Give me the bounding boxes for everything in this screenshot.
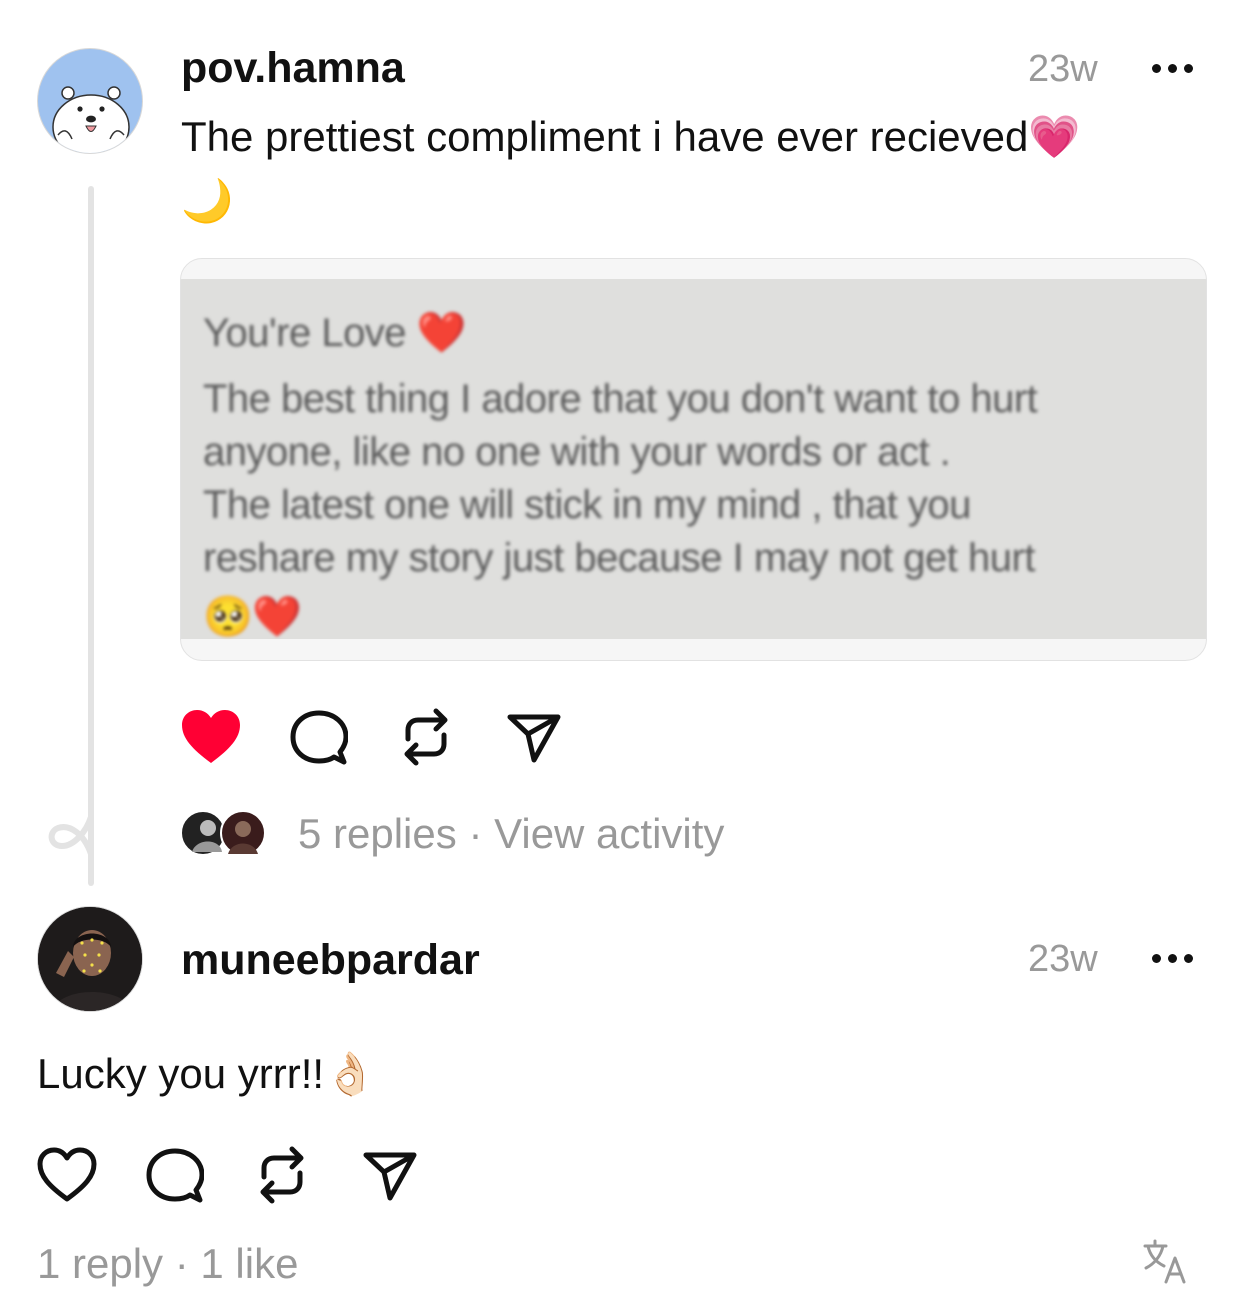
post-time: 23w: [1028, 48, 1098, 90]
like-heart-filled-icon[interactable]: [180, 708, 242, 766]
post-username[interactable]: pov.hamna: [181, 44, 405, 93]
view-activity-link[interactable]: View activity: [494, 810, 724, 857]
image-line-1: You're Love ❤️: [203, 311, 466, 355]
thread-loop-icon: [48, 814, 94, 857]
image-line-4: The latest one will stick in my mind , t…: [203, 483, 971, 527]
like-heart-icon[interactable]: [36, 1146, 98, 1204]
image-text: You're Love ❤️ The best thing I adore th…: [203, 307, 1038, 644]
screenshot-image: You're Love ❤️ The best thing I adore th…: [181, 279, 1206, 639]
comment-icon[interactable]: [146, 1148, 204, 1204]
image-line-5: reshare my story just because I may not …: [203, 536, 1035, 580]
post-text-line1: The prettiest compliment i have ever rec…: [181, 113, 1081, 160]
avatar-icon: [228, 821, 258, 854]
image-line-6: 🥺❤️: [203, 595, 302, 639]
repost-icon[interactable]: [256, 1144, 308, 1206]
reply-username[interactable]: muneebpardar: [181, 936, 480, 985]
post-text-line2: 🌙: [181, 177, 234, 224]
image-line-3: anyone, like no one with your words or a…: [203, 430, 951, 474]
thread-line: [88, 186, 94, 886]
user-photo-avatar-icon: [38, 907, 142, 1011]
replier-avatar-2: [220, 810, 266, 856]
polar-bear-avatar-icon: [52, 86, 130, 153]
replies-count-link[interactable]: 5 replies: [298, 810, 457, 857]
separator-dot: ·: [468, 810, 483, 857]
reply-more-icon[interactable]: [1152, 952, 1196, 966]
avatar-icon: [192, 820, 222, 852]
reply-stats[interactable]: 1 reply · 1 like: [37, 1240, 298, 1288]
post-image[interactable]: You're Love ❤️ The best thing I adore th…: [180, 258, 1207, 661]
avatar-muneebpardar[interactable]: [37, 906, 143, 1012]
image-line-2: The best thing I adore that you don't wa…: [203, 377, 1038, 421]
post-more-icon[interactable]: [1152, 62, 1196, 76]
repost-icon[interactable]: [400, 706, 452, 768]
reply-time: 23w: [1028, 938, 1098, 980]
send-icon[interactable]: [506, 712, 562, 764]
replies-row: 5 replies · View activity: [298, 810, 724, 858]
comment-icon[interactable]: [290, 710, 348, 766]
translate-icon[interactable]: [1142, 1238, 1188, 1284]
avatar-pov-hamna[interactable]: [37, 48, 143, 154]
reply-text: Lucky you yrrr!!👌🏻: [37, 1050, 377, 1097]
send-icon[interactable]: [362, 1150, 418, 1202]
